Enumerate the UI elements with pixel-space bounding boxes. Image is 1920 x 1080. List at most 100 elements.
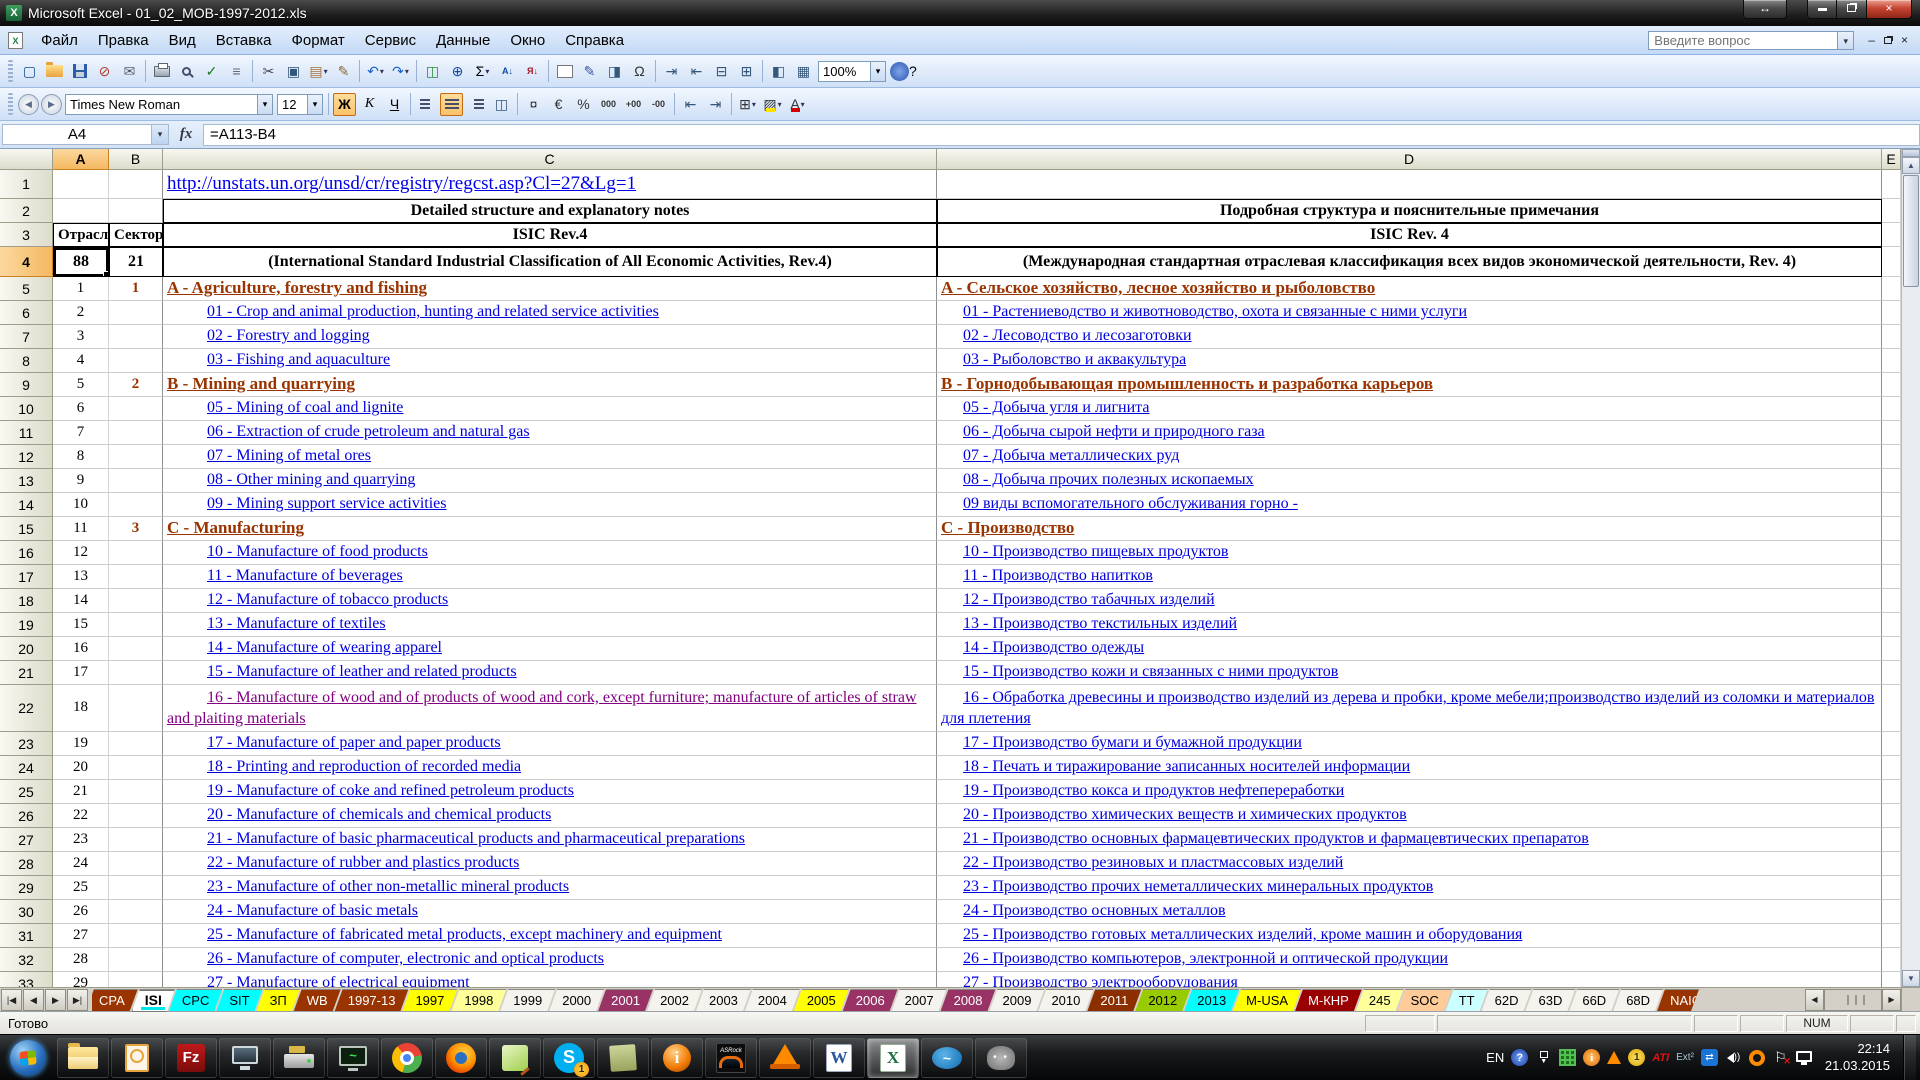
help-tray-icon[interactable]: ? [1511, 1049, 1528, 1066]
cell-B26[interactable] [109, 804, 163, 828]
teamviewer-tray-icon[interactable]: ⇄ [1701, 1049, 1718, 1066]
sheet-tab-10[interactable]: 2000 [549, 989, 604, 1011]
cell-B31[interactable] [109, 924, 163, 948]
cell-C30[interactable]: 24 - Manufacture of basic metals [163, 900, 937, 924]
cell-D21[interactable]: 15 - Производство кожи и связанных с ним… [937, 661, 1882, 685]
start-button[interactable] [1, 1038, 55, 1078]
row-header-14[interactable]: 14 [0, 493, 53, 517]
symbol-button[interactable]: Ω [628, 60, 651, 83]
cell-D2[interactable]: Подробная структура и пояснительные прим… [937, 199, 1882, 223]
cell-D29[interactable]: 23 - Производство прочих неметаллических… [937, 876, 1882, 900]
row-header-13[interactable]: 13 [0, 469, 53, 493]
row-header-23[interactable]: 23 [0, 732, 53, 756]
dropdown-arrow-icon[interactable]: ▾ [485, 67, 489, 76]
info-tray-icon[interactable]: i [1583, 1049, 1600, 1066]
cell-C19[interactable]: 13 - Manufacture of textiles [163, 613, 937, 637]
cell-B28[interactable] [109, 852, 163, 876]
row-header-30[interactable]: 30 [0, 900, 53, 924]
row-header-16[interactable]: 16 [0, 541, 53, 565]
cell-D32[interactable]: 26 - Производство компьютеров, электронн… [937, 948, 1882, 972]
scroll-down-icon[interactable]: ▼ [1902, 970, 1920, 987]
sheet-tab-9[interactable]: 1999 [500, 989, 555, 1011]
cell-C21[interactable]: 15 - Manufacture of leather and related … [163, 661, 937, 685]
cell-A12[interactable]: 8 [53, 445, 109, 469]
cell-E29[interactable] [1882, 876, 1901, 900]
cell-C23[interactable]: 17 - Manufacture of paper and paper prod… [163, 732, 937, 756]
column-header-c[interactable]: C [163, 149, 937, 170]
cell-C14[interactable]: 09 - Mining support service activities [163, 493, 937, 517]
cell-B29[interactable] [109, 876, 163, 900]
cell-A28[interactable]: 24 [53, 852, 109, 876]
cut-button[interactable]: ✂ [257, 60, 280, 83]
cell-B9[interactable]: 2 [109, 373, 163, 397]
sheet-tab-4[interactable]: ЗП [257, 989, 300, 1011]
font-color-button[interactable]: А▾ [786, 93, 809, 116]
cell-B23[interactable] [109, 732, 163, 756]
align-left-button[interactable] [415, 93, 438, 116]
ext2-tray-icon[interactable]: Ext² [1676, 1049, 1694, 1066]
cell-D9[interactable]: B - Горнодобывающая промышленность и раз… [937, 373, 1882, 397]
cell-B19[interactable] [109, 613, 163, 637]
pivot-table-button[interactable]: ◨ [603, 60, 626, 83]
cell-A9[interactable]: 5 [53, 373, 109, 397]
menu-item-3[interactable]: Вставка [206, 28, 282, 53]
cell-A3[interactable]: Отрасль [53, 223, 109, 247]
cell-B22[interactable] [109, 685, 163, 732]
cell-D8[interactable]: 03 - Рыболовство и аквакультура [937, 349, 1882, 373]
resize-button[interactable]: ↔ [1743, 0, 1787, 19]
cell-D1[interactable] [937, 170, 1882, 199]
sheet-tab-27[interactable]: SOC [1398, 989, 1452, 1011]
italic-button[interactable]: К [358, 93, 381, 116]
notepad-taskbar-icon[interactable] [489, 1038, 541, 1078]
cell-D3[interactable]: ISIC Rev. 4 [937, 223, 1882, 247]
cell-C8[interactable]: 03 - Fishing and aquaculture [163, 349, 937, 373]
subtotal-button[interactable]: ⊟ [710, 60, 733, 83]
asrock-taskbar-icon[interactable]: ASRock [705, 1038, 757, 1078]
vertical-scroll-track[interactable] [1902, 288, 1920, 970]
font-size-combo[interactable]: 12▾ [277, 94, 323, 115]
info-taskbar-icon[interactable]: i [651, 1038, 703, 1078]
cell-D23[interactable]: 17 - Производство бумаги и бумажной прод… [937, 732, 1882, 756]
menu-item-5[interactable]: Сервис [355, 28, 426, 53]
insert-cells-button[interactable]: ◫ [421, 60, 444, 83]
cell-E25[interactable] [1882, 780, 1901, 804]
sheet-tab-1[interactable]: ISI [132, 989, 175, 1012]
sheet-tab-5[interactable]: WB [294, 989, 341, 1011]
next-sheet-button[interactable]: ▶ [45, 989, 66, 1011]
back-button[interactable]: ◀ [18, 94, 39, 115]
cell-E9[interactable] [1882, 373, 1901, 397]
freeze-panes-button[interactable]: ◧ [767, 60, 790, 83]
cell-A17[interactable]: 13 [53, 565, 109, 589]
comodo-tray-icon[interactable] [1749, 1050, 1765, 1066]
print-button[interactable] [150, 60, 173, 83]
cell-B7[interactable] [109, 325, 163, 349]
menu-item-7[interactable]: Окно [500, 28, 555, 53]
cell-D26[interactable]: 20 - Производство химических веществ и х… [937, 804, 1882, 828]
cell-E10[interactable] [1882, 397, 1901, 421]
cell-B4[interactable]: 21 [109, 247, 163, 277]
sheet-tab-20[interactable]: 2010 [1038, 989, 1093, 1011]
autosum-button[interactable]: Σ▾ [471, 60, 494, 83]
cell-D17[interactable]: 11 - Производство напитков [937, 565, 1882, 589]
calendar-taskbar-icon[interactable] [111, 1038, 163, 1078]
dropdown-arrow-icon[interactable]: ▾ [801, 100, 805, 109]
cell-A2[interactable] [53, 199, 109, 223]
sheet-tab-21[interactable]: 2011 [1087, 989, 1141, 1011]
group-button[interactable]: ⇥ [660, 60, 683, 83]
sort-ascending-button[interactable]: А↓ [496, 60, 519, 83]
cell-E17[interactable] [1882, 565, 1901, 589]
menu-item-4[interactable]: Формат [281, 28, 354, 53]
format-painter-button[interactable]: ✎ [332, 60, 355, 83]
network-tray-icon[interactable] [1796, 1051, 1812, 1062]
cell-B25[interactable] [109, 780, 163, 804]
vlc-tray-icon[interactable] [1607, 1051, 1621, 1064]
cell-C28[interactable]: 22 - Manufacture of rubber and plastics … [163, 852, 937, 876]
dropdown-arrow-icon[interactable]: ▾ [405, 67, 409, 76]
formula-input[interactable]: =A113-B4 [203, 124, 1920, 146]
cell-D13[interactable]: 08 - Добыча прочих полезных ископаемых [937, 469, 1882, 493]
cell-A23[interactable]: 19 [53, 732, 109, 756]
cell-B8[interactable] [109, 349, 163, 373]
dropdown-arrow-icon[interactable]: ▾ [307, 95, 322, 114]
explorer-taskbar-icon[interactable] [57, 1038, 109, 1078]
show-desktop-button[interactable] [1903, 1035, 1916, 1080]
